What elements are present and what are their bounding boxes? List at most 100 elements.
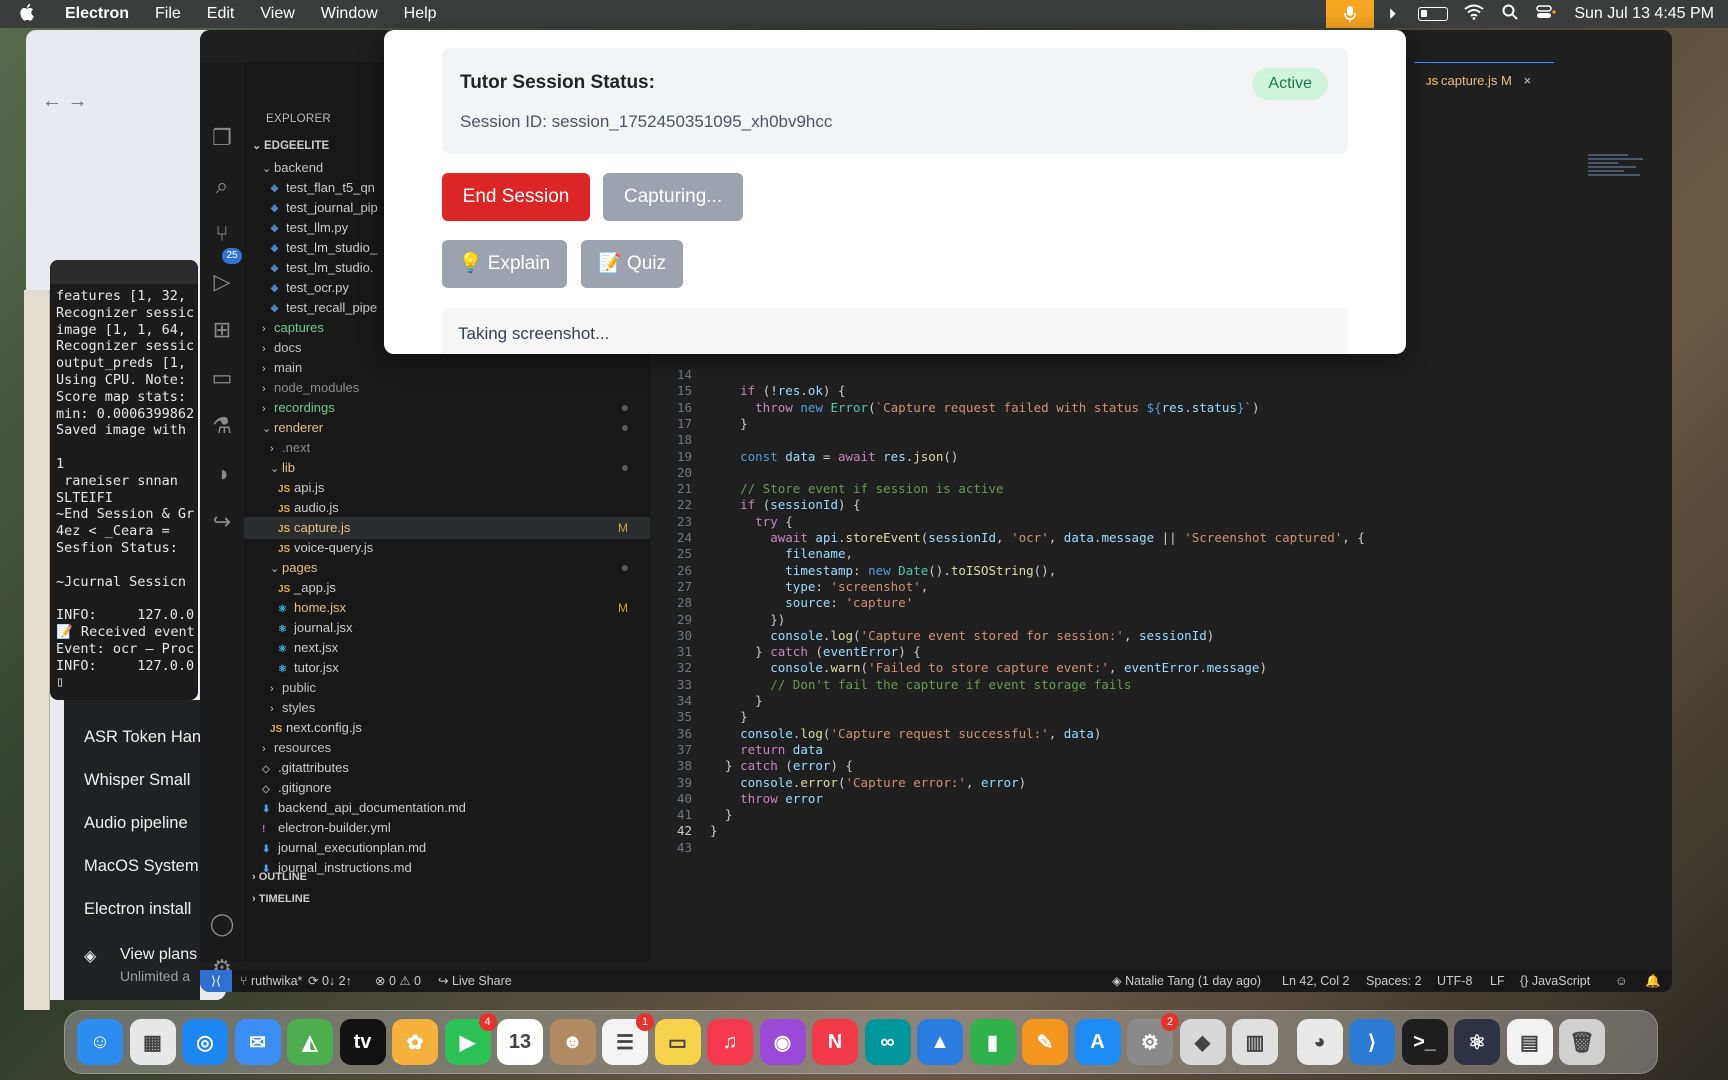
capture-button[interactable]: Capturing... [603,173,743,221]
notifications-bell-icon[interactable]: 🔔 [1645,970,1661,992]
explorer-icon[interactable]: ❐ [208,124,236,152]
account-icon[interactable]: ◯ [208,910,236,938]
tree-folder[interactable]: › public [244,677,650,699]
control-center-icon[interactable] [1528,5,1564,23]
code-line[interactable]: 39 console.error('Capture error:', error… [650,774,1672,792]
vscode-icon[interactable]: ⟩ [1349,1019,1395,1065]
menu-view[interactable]: View [247,0,307,28]
tree-folder[interactable]: ⌄ lib [244,457,650,479]
tree-file[interactable]: JS voice-query.js [244,537,650,559]
problems-indicator[interactable]: ⊗ 0 ⚠ 0 [375,970,421,992]
chrome-icon[interactable]: ◕ [1296,1019,1343,1065]
code-line[interactable]: 22 if (sessionId) { [650,496,1672,514]
code-line[interactable]: 35 } [650,708,1672,726]
explain-button[interactable]: 💡 Explain [442,240,567,288]
code-line[interactable]: 21 // Store event if session is active [650,480,1672,498]
tree-folder[interactable]: › main [244,357,650,379]
maps-icon[interactable]: ◭ [287,1019,333,1065]
code-line[interactable]: 25 filename, [650,545,1672,563]
code-line[interactable]: 26 timestamp: new Date().toISOString(), [650,562,1672,580]
code-line[interactable]: 30 console.log('Capture event stored for… [650,627,1672,645]
code-line[interactable]: 43 [650,839,1672,857]
encoding-indicator[interactable]: UTF-8 [1437,970,1472,992]
tree-file[interactable]: JS audio.js [244,497,650,519]
electron-icon[interactable]: ⚛ [1454,1019,1500,1065]
live-share-icon[interactable]: ↪ [208,508,236,536]
tree-file[interactable]: ⚛ home.jsx M [244,597,650,619]
tree-folder[interactable]: › resources [244,737,650,759]
code-line[interactable]: 38 } catch (error) { [650,757,1672,775]
tree-file[interactable]: JS next.config.js [244,717,650,739]
spotlight-search-icon[interactable] [1492,4,1528,24]
tree-file[interactable]: JS _app.js [244,577,650,599]
branch-indicator[interactable]: ⑂ ruthwika* [240,970,302,992]
figma-icon[interactable]: ◑ [208,460,236,488]
apple-menu-icon[interactable] [0,3,52,26]
menu-file[interactable]: File [142,0,194,28]
search-icon[interactable]: ⌕ [208,172,236,200]
photos-icon[interactable]: ✿ [392,1019,438,1065]
code-line[interactable]: 14 [650,366,1672,384]
safari-icon[interactable]: ◎ [182,1019,228,1065]
podcasts-icon[interactable]: ◉ [759,1019,806,1065]
code-line[interactable]: 17 } [650,415,1672,433]
news-icon[interactable]: N [812,1019,858,1065]
menu-clock[interactable]: Sun Jul 13 4:45 PM [1564,5,1728,23]
terminal-window[interactable]: features [1, 32, Recognizer sessic image… [50,260,198,700]
scrubber-icon[interactable]: ▥ [1232,1019,1278,1065]
tree-folder[interactable]: › styles [244,697,650,719]
code-line[interactable]: 29 }) [650,611,1672,629]
git-blame-indicator[interactable]: ◈ Natalie Tang (1 day ago) [1112,970,1261,992]
extensions-icon[interactable]: ⊞ [208,316,236,344]
wifi-icon[interactable] [1456,4,1492,24]
tab-capture-js[interactable]: JS capture.js M × [1414,62,1554,98]
menu-app-name[interactable]: Electron [52,0,142,28]
code-line[interactable]: 16 throw new Error(`Capture request fail… [650,399,1672,417]
tree-file[interactable]: ⬇ backend_api_documentation.md [244,797,650,819]
outline-section[interactable]: › OUTLINE [244,866,650,888]
copilot-icon[interactable]: ☺ [1615,970,1628,992]
microphone-active-icon[interactable] [1326,0,1375,28]
finder-icon[interactable]: ☺ [77,1019,123,1065]
code-line[interactable]: 27 type: 'screenshot', [650,578,1672,596]
code-line[interactable]: 37 return data [650,741,1672,759]
menu-window[interactable]: Window [308,0,391,28]
tree-file[interactable]: ⬇ journal_executionplan.md [244,837,650,859]
browser-nav-arrows-icon[interactable]: ← → [42,90,88,113]
tree-folder[interactable]: › .next [244,437,650,459]
menu-help[interactable]: Help [391,0,450,28]
eol-indicator[interactable]: LF [1490,970,1505,992]
code-line[interactable]: 36 console.log('Capture request successf… [650,725,1672,743]
minimap[interactable] [1588,154,1648,214]
arduino-icon[interactable]: ∞ [864,1019,911,1065]
numbers-icon[interactable]: ▮ [969,1019,1016,1065]
testing-icon[interactable]: ⚗ [208,412,236,440]
tree-file[interactable]: JS api.js [244,477,650,499]
tree-file[interactable]: JS capture.js M [244,517,650,539]
tab-close-icon[interactable]: × [1523,73,1531,88]
terminal-icon[interactable]: >_ [1401,1019,1448,1065]
indentation-indicator[interactable]: Spaces: 2 [1366,970,1422,992]
code-line[interactable]: 15 if (!res.ok) { [650,382,1672,400]
source-control-icon[interactable]: ⑂ [208,220,236,248]
code-line[interactable]: 28 source: 'capture' [650,594,1672,612]
appstore-icon[interactable]: A [1074,1019,1121,1065]
timeline-section[interactable]: › TIMELINE [244,888,650,910]
live-share-button[interactable]: ↪ Live Share [438,970,512,992]
pages-icon[interactable]: ✎ [1022,1019,1068,1065]
menu-edit[interactable]: Edit [194,0,248,28]
trash-icon[interactable]: 🗑 [1559,1019,1605,1065]
tree-file[interactable]: ⚛ next.jsx [244,637,650,659]
code-line[interactable]: 19 const data = await res.json() [650,448,1672,466]
code-line[interactable]: 24 await api.storeEvent(sessionId, 'ocr'… [650,529,1672,547]
code-line[interactable]: 42} [650,822,1672,840]
roblox-icon[interactable]: ◆ [1179,1019,1226,1065]
code-line[interactable]: 20 [650,464,1672,482]
plans-icon[interactable]: ◈ [84,946,96,966]
calendar-icon[interactable]: 13 [497,1019,543,1065]
contacts-icon[interactable]: ☻ [549,1019,596,1065]
music-icon[interactable]: ♫ [707,1019,753,1065]
tree-file[interactable]: ! electron-builder.yml [244,817,650,839]
notes-icon[interactable]: ▭ [654,1019,701,1065]
keynote-icon[interactable]: ▲ [917,1019,963,1065]
